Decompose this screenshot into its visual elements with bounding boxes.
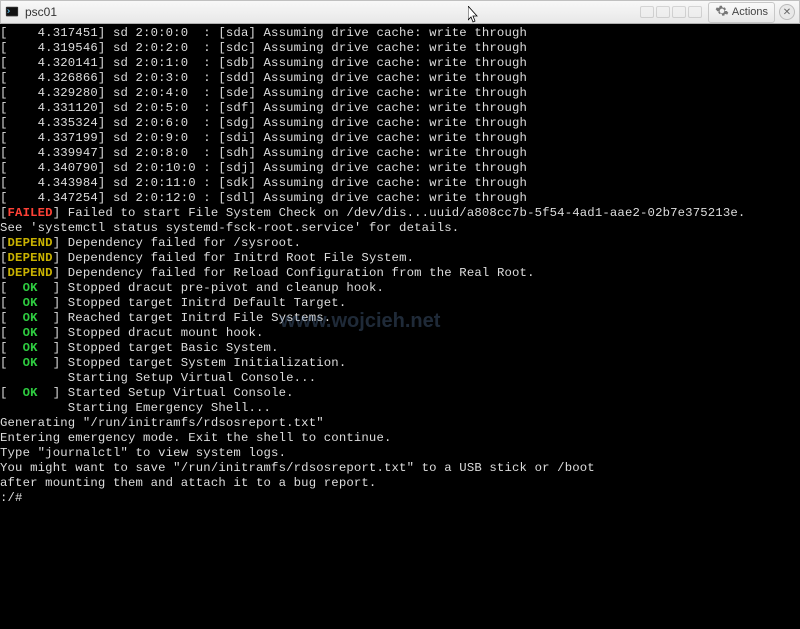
- terminal-line-ok-2: [ OK ] Reached target Initrd File System…: [0, 311, 798, 326]
- terminal-line-sd-7: [ 4.337199] sd 2:0:9:0 : [sdi] Assuming …: [0, 131, 798, 146]
- terminal-line-sd-1: [ 4.319546] sd 2:0:2:0 : [sdc] Assuming …: [0, 41, 798, 56]
- close-button[interactable]: ✕: [779, 4, 795, 20]
- terminal-line-starting-vc: Starting Setup Virtual Console...: [0, 371, 798, 386]
- terminal-line-see: See 'systemctl status systemd-fsck-root.…: [0, 221, 798, 236]
- terminal-line-prompt: :/#: [0, 491, 798, 506]
- terminal-line-sd-8: [ 4.339947] sd 2:0:8:0 : [sdh] Assuming …: [0, 146, 798, 161]
- terminal-line-depend-0: [DEPEND] Dependency failed for /sysroot.: [0, 236, 798, 251]
- window-titlebar: psc01 Actions ✕: [0, 0, 800, 24]
- console-icon: [5, 5, 19, 19]
- win-btn-3[interactable]: [672, 6, 686, 18]
- actions-button[interactable]: Actions: [708, 2, 775, 23]
- terminal-line-sd-6: [ 4.335324] sd 2:0:6:0 : [sdg] Assuming …: [0, 116, 798, 131]
- terminal-line-ok-3: [ OK ] Stopped dracut mount hook.: [0, 326, 798, 341]
- terminal-line-ok-0: [ OK ] Stopped dracut pre-pivot and clea…: [0, 281, 798, 296]
- terminal-line-sd-5: [ 4.331120] sd 2:0:5:0 : [sdf] Assuming …: [0, 101, 798, 116]
- terminal-line-failed: [FAILED] Failed to start File System Che…: [0, 206, 798, 221]
- win-btn-4[interactable]: [688, 6, 702, 18]
- terminal-line-emergency-1: Type "journalctl" to view system logs.: [0, 446, 798, 461]
- window-title: psc01: [25, 5, 57, 19]
- window-controls: [640, 6, 702, 18]
- terminal-line-sd-0: [ 4.317451] sd 2:0:0:0 : [sda] Assuming …: [0, 26, 798, 41]
- terminal-line-ok-4: [ OK ] Stopped target Basic System.: [0, 341, 798, 356]
- close-icon: ✕: [783, 7, 791, 18]
- terminal-line-sd-11: [ 4.347254] sd 2:0:12:0 : [sdl] Assuming…: [0, 191, 798, 206]
- terminal-line-generating: Generating "/run/initramfs/rdsosreport.t…: [0, 416, 798, 431]
- gear-icon: [715, 4, 729, 21]
- win-btn-2[interactable]: [656, 6, 670, 18]
- terminal-line-sd-3: [ 4.326866] sd 2:0:3:0 : [sdd] Assuming …: [0, 71, 798, 86]
- terminal-line-ok-vc: [ OK ] Started Setup Virtual Console.: [0, 386, 798, 401]
- terminal-output[interactable]: [ 4.317451] sd 2:0:0:0 : [sda] Assuming …: [0, 24, 800, 629]
- terminal-line-sd-4: [ 4.329280] sd 2:0:4:0 : [sde] Assuming …: [0, 86, 798, 101]
- terminal-line-emergency-0: Entering emergency mode. Exit the shell …: [0, 431, 798, 446]
- win-btn-1[interactable]: [640, 6, 654, 18]
- terminal-line-depend-1: [DEPEND] Dependency failed for Initrd Ro…: [0, 251, 798, 266]
- terminal-line-emergency-2: You might want to save "/run/initramfs/r…: [0, 461, 798, 476]
- terminal-line-sd-2: [ 4.320141] sd 2:0:1:0 : [sdb] Assuming …: [0, 56, 798, 71]
- terminal-line-starting-shell: Starting Emergency Shell...: [0, 401, 798, 416]
- terminal-line-depend-2: [DEPEND] Dependency failed for Reload Co…: [0, 266, 798, 281]
- terminal-line-sd-9: [ 4.340790] sd 2:0:10:0 : [sdj] Assuming…: [0, 161, 798, 176]
- terminal-line-ok-1: [ OK ] Stopped target Initrd Default Tar…: [0, 296, 798, 311]
- terminal-line-emergency-3: after mounting them and attach it to a b…: [0, 476, 798, 491]
- terminal-line-sd-10: [ 4.343984] sd 2:0:11:0 : [sdk] Assuming…: [0, 176, 798, 191]
- terminal-line-ok-5: [ OK ] Stopped target System Initializat…: [0, 356, 798, 371]
- actions-label: Actions: [732, 6, 768, 18]
